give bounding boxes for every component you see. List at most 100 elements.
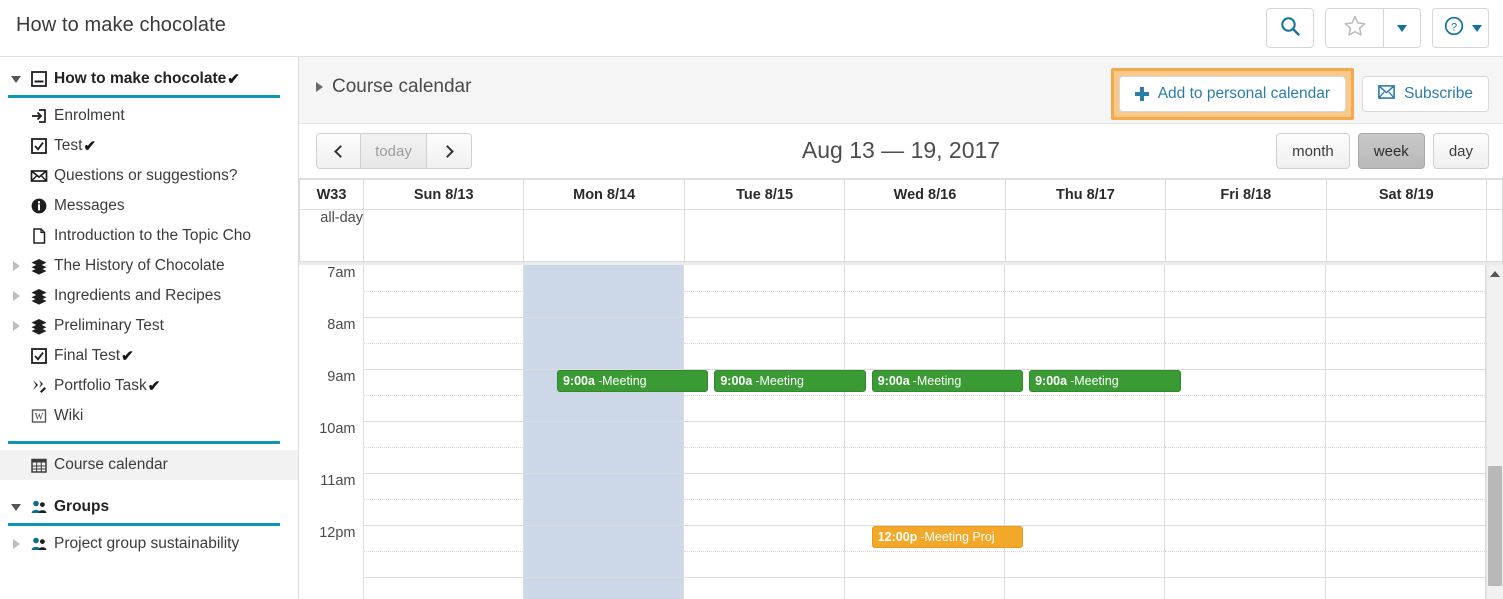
- day-header-sat[interactable]: Sat 8/19: [1325, 179, 1488, 210]
- day-header-wed[interactable]: Wed 8/16: [844, 179, 1006, 210]
- slot-mon-12pm[interactable]: [522, 525, 685, 552]
- slot-wed-8am[interactable]: [843, 317, 1005, 344]
- slot-sat-11am[interactable]: [1324, 473, 1487, 500]
- slot-sat-1030[interactable]: [1324, 447, 1487, 474]
- slot-sat-9am[interactable]: [1324, 369, 1487, 396]
- scrollbar-thumb[interactable]: [1488, 466, 1502, 586]
- event-block[interactable]: 9:00a - Meeting: [714, 370, 866, 392]
- slot-tue-8am[interactable]: [683, 317, 845, 344]
- slot-sun-1030[interactable]: [362, 447, 524, 474]
- sidebar-item-final-test[interactable]: Final Test ✔: [0, 341, 298, 371]
- sidebar-item-ingredients-and-recipes[interactable]: Ingredients and Recipes: [0, 281, 298, 311]
- slot-mon-1230[interactable]: [522, 551, 685, 578]
- slot-wed-730[interactable]: [843, 291, 1005, 318]
- slot-mon-830[interactable]: [522, 343, 685, 370]
- slot-tue-1230[interactable]: [683, 551, 845, 578]
- sidebar-groups-header[interactable]: Groups: [0, 492, 298, 522]
- slot-mon-730[interactable]: [522, 291, 685, 318]
- slot-sat-930[interactable]: [1324, 395, 1487, 422]
- sidebar-item-project-group-sustainability[interactable]: Project group sustainability: [0, 529, 298, 559]
- slot-wed-11am[interactable]: [843, 473, 1005, 500]
- slot-fri-1030[interactable]: [1164, 447, 1326, 474]
- slot-wed-1130[interactable]: [843, 499, 1005, 526]
- day-header-fri[interactable]: Fri 8/18: [1165, 179, 1327, 210]
- calendar-section-title[interactable]: Course calendar: [316, 76, 471, 98]
- help-button[interactable]: ?: [1432, 8, 1489, 48]
- view-week-button[interactable]: week: [1357, 133, 1425, 169]
- slot-thu-930[interactable]: [1003, 395, 1166, 422]
- slot-thu-8am[interactable]: [1003, 317, 1166, 344]
- all-day-cell-sat[interactable]: [1325, 209, 1488, 262]
- slot-tue-830[interactable]: [683, 343, 845, 370]
- day-header-thu[interactable]: Thu 8/17: [1004, 179, 1167, 210]
- slot-sun-1pm[interactable]: [362, 577, 524, 599]
- view-month-button[interactable]: month: [1276, 133, 1350, 169]
- expand-toggle[interactable]: [8, 291, 24, 301]
- slot-thu-730[interactable]: [1003, 291, 1166, 318]
- all-day-cell-mon[interactable]: [523, 209, 685, 262]
- slot-wed-930[interactable]: [843, 395, 1005, 422]
- slot-sun-930[interactable]: [362, 395, 524, 422]
- slot-sun-830[interactable]: [362, 343, 524, 370]
- prev-week-button[interactable]: [317, 134, 361, 168]
- slot-tue-10am[interactable]: [683, 421, 845, 448]
- slot-sat-10am[interactable]: [1324, 421, 1487, 448]
- slot-wed-1pm[interactable]: [843, 577, 1005, 599]
- scroll-up-button[interactable]: [1487, 267, 1503, 281]
- slot-sat-830[interactable]: [1324, 343, 1487, 370]
- slot-wed-7am[interactable]: [843, 265, 1005, 292]
- subscribe-button[interactable]: Subscribe: [1362, 76, 1489, 112]
- sidebar-item-portfolio-task[interactable]: Portfolio Task ✔: [0, 371, 298, 401]
- slot-thu-7am[interactable]: [1003, 265, 1166, 292]
- slot-fri-730[interactable]: [1164, 291, 1326, 318]
- today-button[interactable]: today: [361, 134, 427, 168]
- event-block[interactable]: 12:00p - Meeting Proj: [871, 526, 1024, 548]
- slot-fri-830[interactable]: [1164, 343, 1326, 370]
- all-day-cell-fri[interactable]: [1165, 209, 1327, 262]
- collapse-toggle[interactable]: [8, 75, 24, 83]
- slot-thu-1pm[interactable]: [1003, 577, 1166, 599]
- slot-wed-10am[interactable]: [843, 421, 1005, 448]
- slot-fri-1130[interactable]: [1164, 499, 1326, 526]
- slot-sat-1230[interactable]: [1324, 551, 1487, 578]
- slot-mon-1030[interactable]: [522, 447, 685, 474]
- slot-tue-930[interactable]: [683, 395, 845, 422]
- favorite-dropdown-button[interactable]: [1383, 9, 1420, 47]
- slot-sun-730[interactable]: [362, 291, 524, 318]
- all-day-cell-sun[interactable]: [362, 209, 525, 262]
- sidebar-item-enrolment[interactable]: Enrolment: [0, 101, 298, 131]
- slot-sat-730[interactable]: [1324, 291, 1487, 318]
- slot-thu-11am[interactable]: [1003, 473, 1166, 500]
- slot-mon-7am[interactable]: [522, 265, 685, 292]
- slot-sun-1230[interactable]: [362, 551, 524, 578]
- event-block[interactable]: 9:00a - Meeting: [1029, 370, 1181, 392]
- slot-wed-1230[interactable]: [843, 551, 1005, 578]
- sidebar-course-root[interactable]: How to make chocolate ✔: [0, 64, 298, 94]
- slot-sun-10am[interactable]: [362, 421, 524, 448]
- slot-fri-7am[interactable]: [1164, 265, 1326, 292]
- all-day-cell-thu[interactable]: [1004, 209, 1167, 262]
- slot-wed-1030[interactable]: [843, 447, 1005, 474]
- slot-sun-1130[interactable]: [362, 499, 524, 526]
- slot-sat-1130[interactable]: [1324, 499, 1487, 526]
- slot-tue-1130[interactable]: [683, 499, 845, 526]
- slot-mon-930[interactable]: [522, 395, 685, 422]
- slot-thu-10am[interactable]: [1003, 421, 1166, 448]
- slot-fri-12pm[interactable]: [1164, 525, 1326, 552]
- day-header-sun[interactable]: Sun 8/13: [362, 179, 525, 210]
- expand-toggle[interactable]: [8, 261, 24, 271]
- calendar-vertical-scrollbar[interactable]: [1486, 265, 1503, 599]
- all-day-cell-tue[interactable]: [683, 209, 846, 262]
- slot-sun-7am[interactable]: [362, 265, 524, 292]
- sidebar-item-messages[interactable]: Messages: [0, 191, 298, 221]
- sidebar-item-course-calendar[interactable]: Course calendar: [0, 450, 298, 480]
- event-block[interactable]: 9:00a - Meeting: [556, 370, 709, 392]
- slot-fri-10am[interactable]: [1164, 421, 1326, 448]
- slot-mon-11am[interactable]: [522, 473, 685, 500]
- slot-tue-1030[interactable]: [683, 447, 845, 474]
- sidebar-item-history-of-chocolate[interactable]: The History of Chocolate: [0, 251, 298, 281]
- expand-toggle[interactable]: [8, 539, 24, 549]
- all-day-cell-wed[interactable]: [844, 209, 1006, 262]
- collapse-toggle[interactable]: [8, 503, 24, 511]
- day-header-tue[interactable]: Tue 8/15: [683, 179, 846, 210]
